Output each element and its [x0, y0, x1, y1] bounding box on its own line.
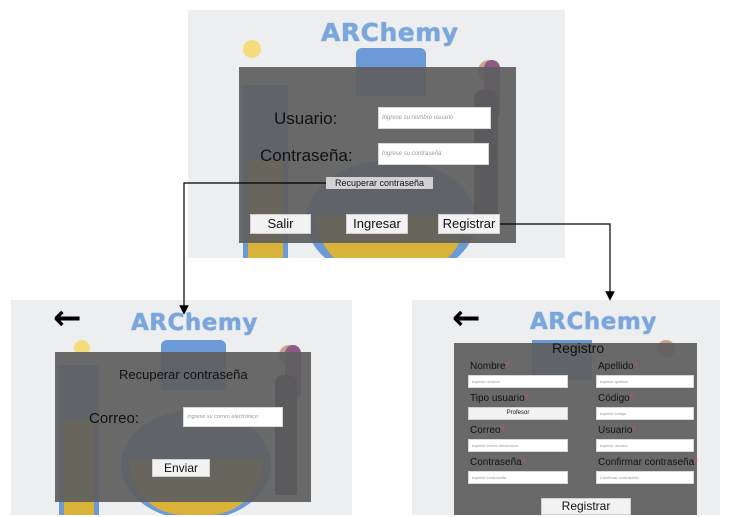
flow-connectors [179, 182, 615, 315]
recover-flow-arrow [179, 182, 326, 315]
register-flow-arrow [500, 223, 615, 301]
